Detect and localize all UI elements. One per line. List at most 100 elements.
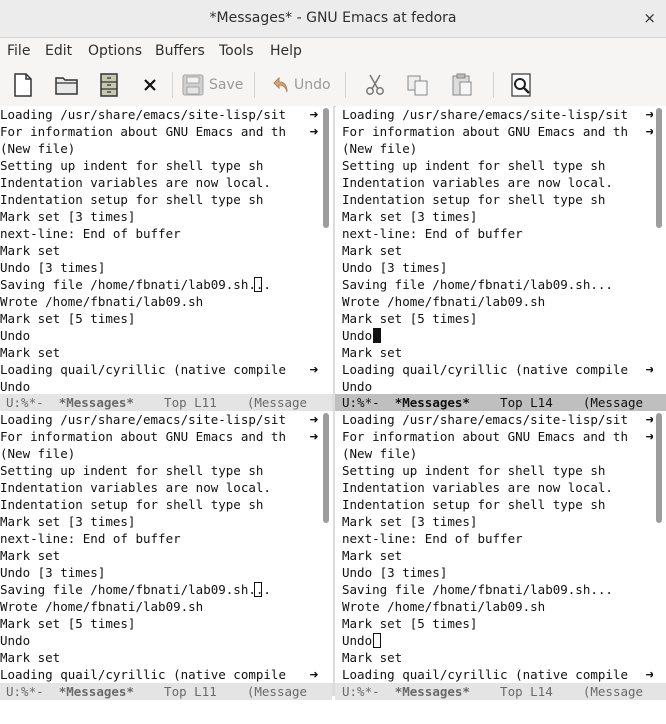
messages-window-bottom-left[interactable]: Loading /usr/share/emacs/site-lisp/sit ➜… — [0, 411, 320, 683]
buffer-line: Mark set — [342, 548, 403, 563]
file-cabinet-icon — [100, 73, 118, 97]
mode-line-buffer-name[interactable]: *Messages* — [395, 684, 470, 699]
text-cursor — [373, 328, 381, 343]
scrollbar[interactable] — [653, 411, 666, 683]
new-file-button[interactable] — [12, 72, 34, 98]
buffer-line: Wrote /home/fbnati/lab09.sh — [342, 599, 546, 614]
buffer-line: Indentation setup for shell type sh — [342, 192, 606, 207]
toolbar: Save Undo — [0, 64, 666, 107]
menu-tools[interactable]: Tools — [219, 38, 254, 64]
buffer-line: Undo [3 times] — [0, 260, 106, 275]
buffer-line: Setting up indent for shell type sh — [0, 158, 264, 173]
buffer-line: Wrote /home/fbnati/lab09.sh — [342, 294, 546, 309]
undo-icon — [273, 76, 288, 93]
mode-line-top-right[interactable]: U:%*- *Messages* Top L14 (Message — [335, 394, 666, 411]
buffer-line: Indentation variables are now local. — [0, 175, 271, 190]
buffer-line: For information about GNU Emacs and th — [342, 429, 628, 444]
save-icon — [182, 74, 204, 96]
buffer-line: next-line: End of buffer — [0, 226, 181, 241]
scrollbar-thumb[interactable] — [656, 413, 662, 523]
paste-button[interactable] — [451, 72, 473, 98]
scrollbar[interactable] — [320, 411, 333, 683]
line-continuation-icon: ➜ — [309, 363, 319, 376]
buffer-line: Undo — [0, 379, 31, 394]
save-button[interactable]: Save — [182, 72, 243, 98]
buffer-line: Setting up indent for shell type sh — [0, 463, 264, 478]
buffer-line: Undo — [342, 379, 373, 394]
buffer-line: Mark set [3 times] — [0, 209, 136, 224]
buffer-line: Loading quail/cyrillic (native compile — [342, 667, 628, 682]
menu-buffers[interactable]: Buffers — [155, 38, 205, 64]
mode-line-state: U:%*- — [6, 684, 59, 699]
buffer-line: For information about GNU Emacs and th — [0, 429, 286, 444]
scrollbar-thumb[interactable] — [323, 108, 329, 228]
scrollbar[interactable] — [320, 106, 333, 394]
mode-line-state: U:%*- — [342, 395, 395, 410]
buffer-line: Undo [3 times] — [342, 565, 448, 580]
mode-line-bottom-right[interactable]: U:%*- *Messages* Top L14 (Message — [335, 683, 666, 700]
buffer-line: Loading quail/cyrillic (native compile — [342, 362, 628, 377]
buffer-line: Loading quail/cyrillic (native compile — [0, 667, 286, 682]
toolbar-separator — [493, 72, 494, 98]
copy-button[interactable] — [407, 72, 429, 98]
scrollbar-thumb[interactable] — [323, 413, 329, 523]
menu-edit[interactable]: Edit — [45, 38, 72, 64]
buffer-line: For information about GNU Emacs and th — [0, 124, 286, 139]
toolbar-separator — [172, 72, 173, 98]
buffer-line: Indentation setup for shell type sh — [342, 497, 606, 512]
menu-help[interactable]: Help — [270, 38, 302, 64]
mode-line-position: Top L11 (Message — [133, 684, 308, 699]
messages-window-top-left[interactable]: Loading /usr/share/emacs/site-lisp/sit ➜… — [0, 106, 320, 394]
messages-window-top-right[interactable]: Loading /usr/share/emacs/site-lisp/sit ➜… — [336, 106, 656, 394]
undo-button[interactable]: Undo — [273, 72, 331, 98]
buffer-line: Loading /usr/share/emacs/site-lisp/sit — [0, 107, 286, 122]
open-folder-button[interactable] — [55, 72, 79, 98]
buffer-line: Setting up indent for shell type sh — [342, 158, 606, 173]
search-button[interactable] — [511, 72, 533, 98]
kill-buffer-button[interactable] — [142, 72, 158, 98]
copy-icon — [407, 75, 428, 96]
minibuffer[interactable] — [0, 700, 666, 724]
buffer-line: next-line: End of buffer — [0, 531, 181, 546]
buffer-line: Saving file /home/fbnati/lab09.sh... — [342, 277, 613, 292]
mode-line-top-left[interactable]: U:%*- *Messages* Top L11 (Message — [0, 394, 332, 411]
close-icon[interactable]: × — [643, 0, 656, 37]
buffer-line: Mark set [5 times] — [0, 616, 136, 631]
buffer-line: Mark set — [0, 243, 61, 258]
cursor-box — [254, 582, 262, 597]
scrollbar[interactable] — [653, 106, 666, 394]
mode-line-buffer-name[interactable]: *Messages* — [395, 395, 470, 410]
line-continuation-icon: ➜ — [309, 125, 319, 138]
buffer-line: Mark set [5 times] — [0, 311, 136, 326]
buffer-line: Undo [3 times] — [342, 260, 448, 275]
dired-button[interactable] — [99, 72, 119, 98]
paste-icon — [452, 73, 472, 96]
buffer-line: Undo — [0, 328, 31, 343]
buffer-line: Undo — [0, 633, 31, 648]
close-buffer-icon — [144, 79, 156, 91]
scrollbar-thumb[interactable] — [656, 108, 662, 228]
buffer-line: Loading /usr/share/emacs/site-lisp/sit — [0, 412, 286, 427]
buffer-line: next-line: End of buffer — [342, 531, 523, 546]
scissors-icon — [366, 74, 384, 95]
messages-window-bottom-right[interactable]: Loading /usr/share/emacs/site-lisp/sit ➜… — [336, 411, 656, 683]
buffer-line: (New file) — [342, 446, 418, 461]
menu-options[interactable]: Options — [88, 38, 142, 64]
folder-icon — [55, 77, 78, 95]
buffer-line: Undo — [342, 633, 373, 648]
menu-file[interactable]: File — [7, 38, 30, 64]
window-title: *Messages* - GNU Emacs at fedora — [209, 10, 457, 26]
cut-button[interactable] — [364, 72, 386, 98]
line-continuation-icon: ➜ — [309, 668, 319, 681]
line-continuation-icon: ➜ — [309, 413, 319, 426]
toolbar-separator — [254, 72, 255, 98]
mode-line-buffer-name[interactable]: *Messages* — [59, 684, 134, 699]
mode-line-buffer-name[interactable]: *Messages* — [59, 395, 134, 410]
buffer-line: Mark set — [342, 345, 403, 360]
buffer-line: Wrote /home/fbnati/lab09.sh — [0, 294, 204, 309]
buffer-line: Saving file /home/fbnati/lab09.sh... — [0, 277, 271, 292]
mode-line-bottom-left[interactable]: U:%*- *Messages* Top L11 (Message — [0, 683, 332, 700]
buffer-line: Undo [3 times] — [0, 565, 106, 580]
buffer-line: Mark set [5 times] — [342, 311, 478, 326]
mode-line-state: U:%*- — [6, 395, 59, 410]
